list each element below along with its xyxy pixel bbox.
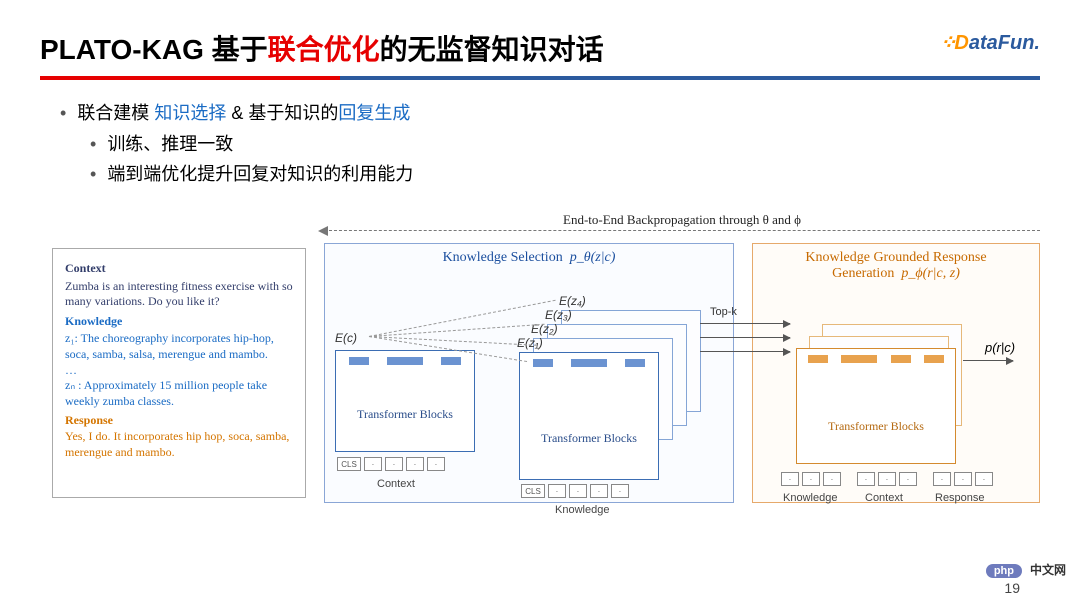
ec-label: E(c): [335, 331, 357, 345]
output-label: p(r|c): [985, 340, 1015, 355]
knowledge-tokens: CLS····: [521, 484, 629, 498]
context-token-label: Context: [377, 478, 415, 490]
bullet-1: 联合建模 知识选择 & 基于知识的回复生成: [60, 98, 1040, 129]
title-suffix: 的无监督知识对话: [380, 34, 604, 65]
context-transformer-block: Transformer Blocks: [335, 350, 475, 452]
title-emphasis: 联合优化: [268, 34, 380, 65]
output-arrow: [963, 360, 1013, 361]
bullet-1-1: 训练、推理一致: [90, 129, 1040, 160]
title-prefix: PLATO-KAG 基于: [40, 34, 268, 65]
php-text: 中文网: [1030, 561, 1066, 578]
backprop-label: End-to-End Backpropagation through θ and…: [324, 212, 1040, 228]
knowledge-selection-box: Knowledge Selection p_θ(z|c) Transformer…: [324, 243, 734, 503]
resp-tokens-resp: ···: [933, 472, 993, 486]
resp-kn-label: Knowledge: [783, 492, 837, 504]
dots-icon: ⁘: [940, 32, 955, 54]
topk-arrow-1: [700, 323, 790, 324]
knowledge-token-label: Knowledge: [555, 504, 609, 516]
bullet-list: 联合建模 知识选择 & 基于知识的回复生成 训练、推理一致 端到端优化提升回复对…: [60, 98, 1040, 190]
knowledge-zn: zₙ : Approximately 15 million people tak…: [65, 378, 293, 409]
response-transformer-block: Transformer Blocks: [796, 348, 956, 464]
tb-label-kn: Transformer Blocks: [520, 431, 658, 446]
knowledge-z1: z₁: The choreography incorporates hip-ho…: [65, 331, 293, 362]
topk-arrow-2: [700, 337, 790, 338]
tb-label-resp: Transformer Blocks: [797, 419, 955, 434]
knowledge-transformer-block: Transformer Blocks: [519, 352, 659, 480]
divider: [40, 76, 1040, 80]
example-panel: Context Zumba is an interesting fitness …: [52, 248, 306, 498]
dash-1: [369, 300, 556, 337]
page-number: 19: [1004, 580, 1020, 596]
php-badge: php: [986, 564, 1022, 578]
topk-label: Top-k: [710, 306, 737, 318]
resp-tokens-ctx: ···: [857, 472, 917, 486]
topk-arrow-3: [700, 351, 790, 352]
knowledge-dots: …: [65, 363, 293, 379]
resp-ctx-label: Context: [865, 492, 903, 504]
backprop-arrow-head: [318, 226, 328, 236]
bullet-1-2: 端到端优化提升回复对知识的利用能力: [90, 159, 1040, 190]
datafun-logo: ⁘DataFun.: [940, 30, 1040, 55]
ez3-label: E(z₃): [545, 308, 572, 322]
slide-title: PLATO-KAG 基于联合优化的无监督知识对话: [40, 28, 1040, 68]
ez4-label: E(z₄): [559, 294, 586, 308]
response-text: Yes, I do. It incorporates hip hop, soca…: [65, 429, 293, 460]
rg-title: Knowledge Grounded ResponseGeneration p_…: [753, 244, 1039, 288]
backprop-arrow-line: [324, 230, 1040, 232]
response-generation-box: Knowledge Grounded ResponseGeneration p_…: [752, 243, 1040, 503]
architecture-diagram: End-to-End Backpropagation through θ and…: [52, 218, 1040, 558]
context-tokens: CLS····: [337, 457, 445, 471]
knowledge-heading: Knowledge: [65, 314, 293, 330]
resp-tokens-kn: ···: [781, 472, 841, 486]
context-heading: Context: [65, 261, 293, 277]
context-text: Zumba is an interesting fitness exercise…: [65, 279, 293, 310]
tb-label: Transformer Blocks: [336, 407, 474, 422]
ks-title: Knowledge Selection p_θ(z|c): [325, 244, 733, 272]
resp-resp-label: Response: [935, 492, 985, 504]
response-heading: Response: [65, 413, 293, 429]
